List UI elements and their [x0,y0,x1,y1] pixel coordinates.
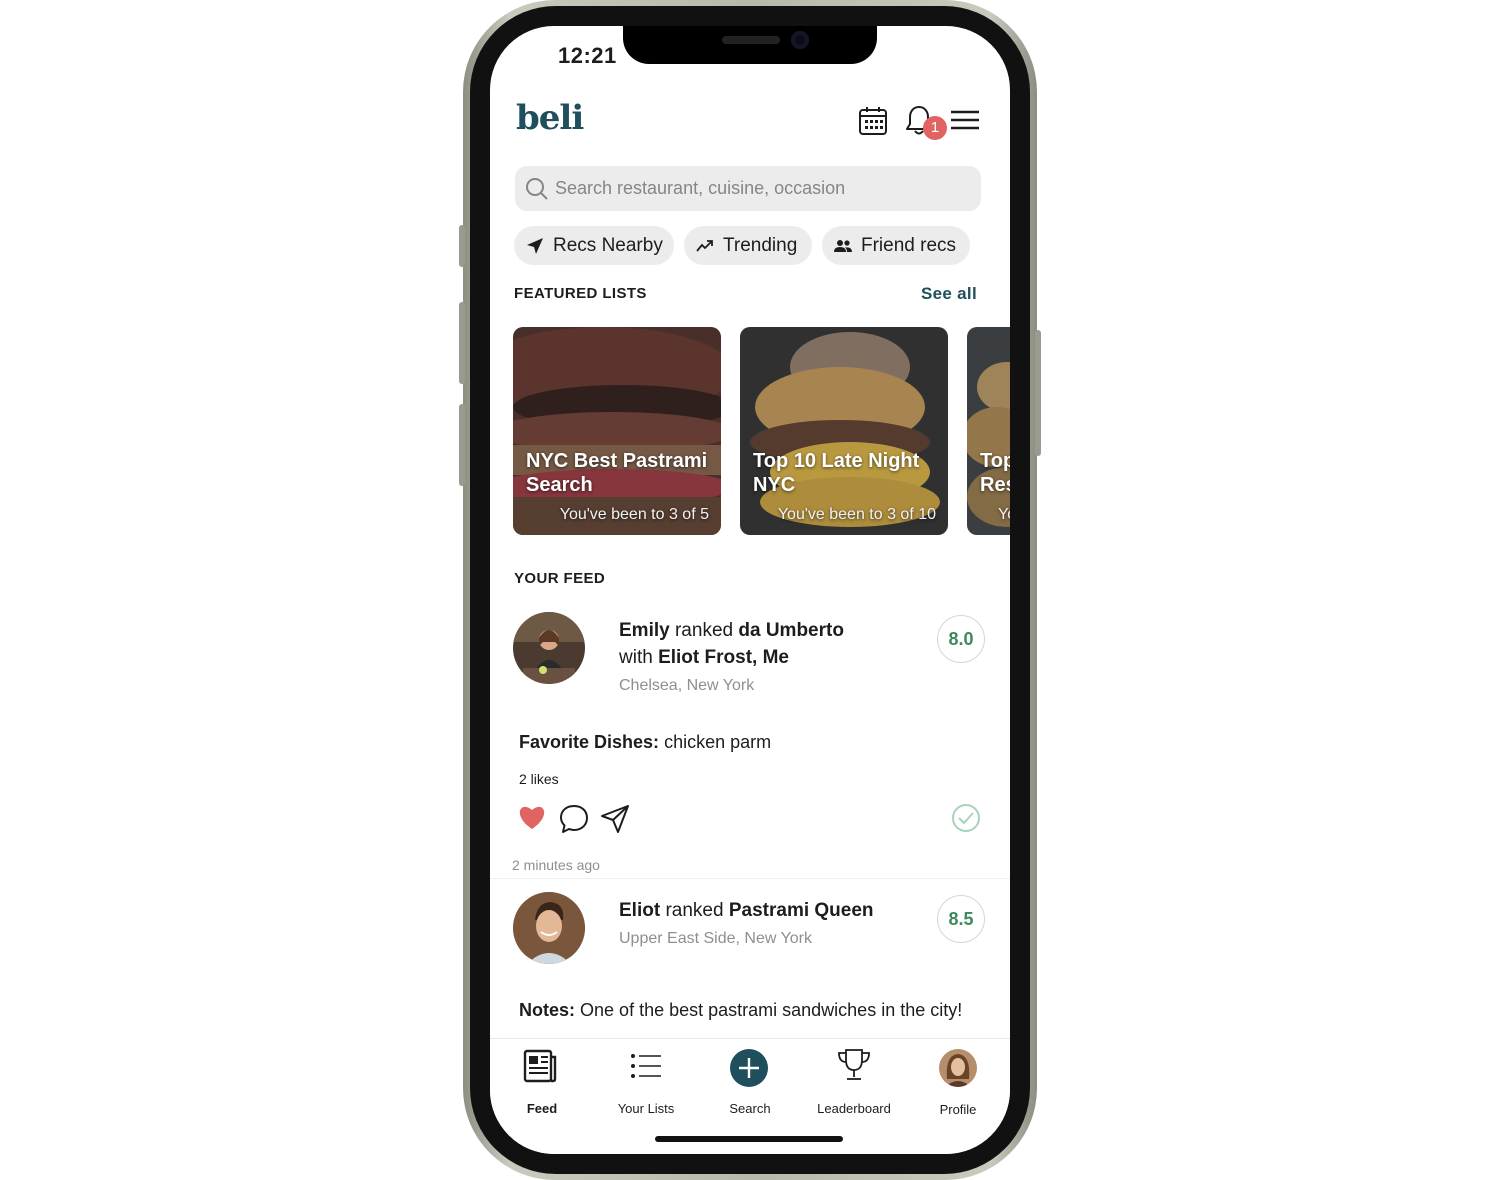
post-user[interactable]: Eliot [619,900,660,921]
post-headline: Emily ranked da Umberto [619,620,844,642]
post-notes-text: One of the best pastrami sandwiches in t… [580,1000,963,1020]
score-badge: 8.0 [937,615,985,663]
tab-feed[interactable]: Feed [490,1039,594,1119]
power-button [1035,330,1041,456]
tab-profile[interactable]: Profile [906,1039,1010,1119]
tab-label: Feed [526,1101,558,1116]
card-image [740,327,948,535]
tab-label: Your Lists [617,1101,675,1116]
phone-screen: 12:21 beli 1 Search restaurant, cuisine,… [490,26,1010,1154]
see-all-link[interactable]: See all [921,284,977,304]
featured-list-card[interactable]: Top 10 Late Night NYC You've been to 3 o… [740,327,948,535]
heart-icon[interactable] [518,804,546,835]
favorite-dishes-text: chicken parm [664,732,772,752]
post-restaurant[interactable]: da Umberto [738,620,844,641]
post-location: Chelsea, New York [619,677,755,694]
menu-icon[interactable] [950,109,980,138]
location-arrow-icon [527,237,543,254]
post-with-prefix: with [619,647,653,668]
comment-icon[interactable] [559,804,589,839]
tab-your-lists[interactable]: Your Lists [594,1039,698,1119]
score-badge: 8.5 [937,895,985,943]
feed-divider [490,878,1010,879]
card-title: NYC Best Pastrami Search [526,450,708,496]
volume-up-button [459,302,465,384]
search-bar[interactable]: Search restaurant, cuisine, occasion [515,166,981,211]
search-placeholder: Search restaurant, cuisine, occasion [555,178,846,198]
trophy-icon [838,1049,870,1080]
post-restaurant[interactable]: Pastrami Queen [729,900,874,921]
featured-list-card[interactable]: Top Res Yo [967,327,1010,535]
favorite-dishes-label: Favorite Dishes: [519,732,660,752]
notification-badge: 1 [923,116,947,140]
plus-circle-icon [730,1049,768,1087]
card-subtitle: You've been to 3 of 5 [559,506,709,523]
tab-search[interactable]: Search [698,1039,802,1119]
trending-icon [696,239,713,252]
home-indicator[interactable] [655,1136,843,1142]
mute-switch [459,225,465,267]
check-icon[interactable] [951,803,981,838]
your-feed-heading: YOUR FEED [514,570,606,587]
share-icon[interactable] [600,804,630,839]
featured-list-card[interactable]: NYC Best Pastrami Search You've been to … [513,327,721,535]
status-time: 12:21 [558,43,617,68]
card-title: Top 10 Late Night NYC [753,450,920,496]
volume-down-button [459,404,465,486]
post-verb: ranked [665,900,724,921]
search-icon [526,178,548,200]
tab-label: Search [729,1101,771,1116]
avatar[interactable] [513,612,585,684]
card-subtitle: You've been to 3 of 10 [777,506,936,523]
tab-label: Leaderboard [817,1101,891,1116]
notch [623,26,877,64]
front-camera [791,31,809,49]
chip-label: Friend recs [861,234,957,256]
card-title: Top Res [980,450,1010,496]
chip-label: Recs Nearby [553,234,663,256]
post-verb: ranked [674,620,734,641]
post-user[interactable]: Emily [619,620,670,641]
chip-friend-recs[interactable]: Friend recs [822,226,970,265]
post-with-names[interactable]: Eliot Frost, Me [658,647,789,668]
newspaper-icon [523,1049,557,1083]
chip-trending[interactable]: Trending [684,226,812,265]
list-icon [631,1054,661,1078]
calendar-icon[interactable] [858,106,888,141]
featured-lists-heading: FEATURED LISTS [514,285,647,302]
people-icon [834,239,852,252]
post-headline: Eliot ranked Pastrami Queen [619,900,874,922]
likes-count[interactable]: 2 likes [519,771,559,787]
app-logo: beli [516,98,584,138]
speaker [722,36,780,44]
favorite-dishes: Favorite Dishes: chicken parm [519,732,771,753]
post-location: Upper East Side, New York [619,930,812,947]
post-notes-label: Notes: [519,1000,576,1020]
avatar[interactable] [513,892,585,964]
post-with: with Eliot Frost, Me [619,647,789,669]
card-image [513,327,721,535]
card-subtitle: Yo [998,506,1010,523]
tab-leaderboard[interactable]: Leaderboard [802,1039,906,1119]
post-notes: Notes: One of the best pastrami sandwich… [519,1000,962,1021]
chip-recs-nearby[interactable]: Recs Nearby [514,226,674,265]
post-timestamp: 2 minutes ago [512,857,600,873]
tab-label: Profile [939,1102,977,1117]
card-image [967,327,1010,535]
chip-label: Trending [723,234,798,256]
avatar [939,1049,977,1087]
